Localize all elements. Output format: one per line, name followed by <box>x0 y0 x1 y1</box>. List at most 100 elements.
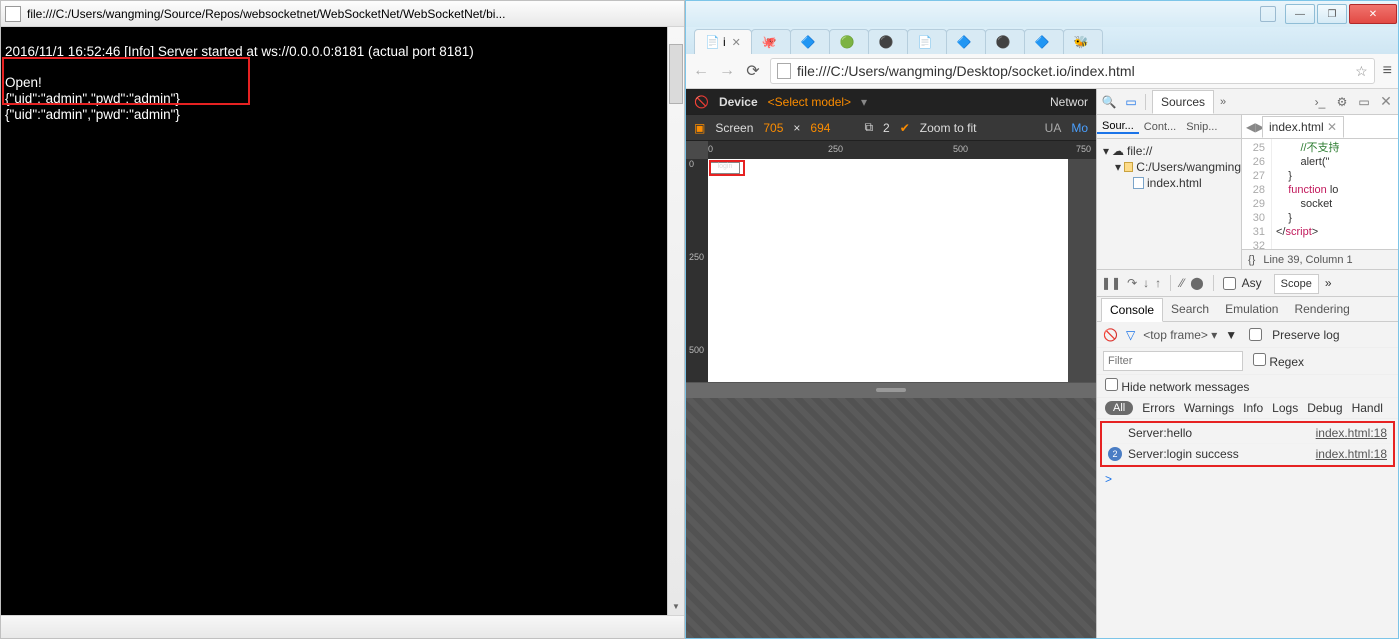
tab-emulation[interactable]: Emulation <box>1217 298 1286 320</box>
format-icon[interactable]: {} <box>1248 254 1255 266</box>
tab-rendering[interactable]: Rendering <box>1286 298 1357 320</box>
caption-bar[interactable]: — ❐ ✕ <box>686 1 1398 27</box>
regex-label[interactable]: Regex <box>1253 353 1304 369</box>
tab[interactable]: 🟢 <box>829 29 869 54</box>
mobile-toggle[interactable]: Mo <box>1071 121 1088 135</box>
console-titlebar[interactable]: file:///C:/Users/wangming/Source/Repos/w… <box>1 1 684 27</box>
zoom-check-icon[interactable]: ✔ <box>900 121 910 135</box>
close-icon[interactable]: ✕ <box>1327 120 1337 134</box>
dock-icon[interactable]: ▭ <box>1356 94 1372 110</box>
device-mode-icon[interactable]: ▭ <box>1123 94 1139 110</box>
regex-checkbox[interactable] <box>1253 353 1266 366</box>
console-row[interactable]: 2 Server:login success index.html:18 <box>1102 444 1393 465</box>
tab[interactable]: ⚫ <box>985 29 1025 54</box>
height-input[interactable]: 694 <box>810 121 830 135</box>
deactivate-bp-icon[interactable]: ⁄⁄ <box>1180 276 1184 290</box>
screen-toolbar: ▣ Screen 705 × 694 ⧉ 2 ✔ Zoom to fit UA … <box>686 115 1096 141</box>
tab-active[interactable]: 📄i✕ <box>694 29 752 54</box>
hide-network-checkbox[interactable] <box>1105 378 1118 391</box>
page-canvas[interactable]: login <box>708 159 1068 382</box>
chevron-right-icon[interactable]: » <box>1220 96 1226 108</box>
pause-exception-icon[interactable]: ⬤ <box>1190 276 1203 290</box>
minimize-button[interactable]: — <box>1285 4 1315 24</box>
network-label[interactable]: Networ <box>1050 95 1088 109</box>
tab[interactable]: 🐙 <box>751 29 791 54</box>
filter-icon[interactable]: ▽ <box>1126 328 1135 342</box>
cursor-pos: Line 39, Column 1 <box>1263 254 1352 266</box>
reload-button[interactable]: ⟳ <box>744 61 762 81</box>
dpr-icon[interactable]: ⧉ <box>864 120 873 135</box>
code-editor[interactable]: 2526272829303132 //不支持 alert(" } functio… <box>1242 139 1398 249</box>
tab[interactable]: 🔷 <box>790 29 830 54</box>
step-out-icon[interactable]: ↑ <box>1155 276 1161 290</box>
async-checkbox[interactable] <box>1223 277 1236 290</box>
close-button[interactable]: ✕ <box>1349 4 1397 24</box>
close-icon[interactable]: ✕ <box>1378 94 1394 110</box>
level-debug[interactable]: Debug <box>1307 401 1342 415</box>
level-errors[interactable]: Errors <box>1142 401 1175 415</box>
frame-select[interactable]: <top frame> ▾ <box>1143 328 1217 342</box>
level-logs[interactable]: Logs <box>1272 401 1298 415</box>
chevron-down-icon[interactable]: ▾ <box>1103 144 1109 158</box>
level-info[interactable]: Info <box>1243 401 1263 415</box>
tab-search[interactable]: Search <box>1163 298 1217 320</box>
back-button[interactable]: ← <box>692 62 710 80</box>
tab[interactable]: ⚫ <box>868 29 908 54</box>
inspect-icon[interactable]: 🔍 <box>1101 94 1117 110</box>
devtools-block-icon[interactable]: 🚫 <box>694 95 709 109</box>
tab[interactable]: 🐝 <box>1063 29 1103 54</box>
code-tab[interactable]: index.html ✕ <box>1262 116 1344 138</box>
console-row[interactable]: Server:hello index.html:18 <box>1102 423 1393 444</box>
level-handled[interactable]: Handl <box>1352 401 1383 415</box>
console-toolbar: 🚫 ▽ <top frame> ▾ ▼ Preserve log <box>1097 322 1398 348</box>
step-into-icon[interactable]: ↓ <box>1143 276 1149 290</box>
scroll-down-icon[interactable]: ▼ <box>668 598 684 615</box>
pin-icon[interactable]: ◀▶ <box>1246 120 1262 134</box>
clear-icon[interactable]: 🚫 <box>1103 328 1118 342</box>
dpr-value[interactable]: 2 <box>883 121 890 135</box>
tab-console[interactable]: Console <box>1101 298 1163 322</box>
url-input[interactable]: file:///C:/Users/wangming/Desktop/socket… <box>770 58 1375 84</box>
pause-icon[interactable]: ❚❚ <box>1101 276 1121 290</box>
zoom-label[interactable]: Zoom to fit <box>920 121 977 135</box>
msg-source-link[interactable]: index.html:18 <box>1316 426 1387 440</box>
msg-source-link[interactable]: index.html:18 <box>1316 447 1387 461</box>
filter-input[interactable] <box>1103 351 1243 371</box>
console-prompt[interactable]: > <box>1097 469 1398 489</box>
preserve-log-checkbox[interactable] <box>1249 328 1262 341</box>
tab[interactable]: 🔷 <box>1024 29 1064 54</box>
close-icon[interactable]: ✕ <box>732 36 741 49</box>
navigator-tabs[interactable]: Sour... Cont... Snip... <box>1097 115 1241 139</box>
favicon: 📄 <box>705 35 720 50</box>
chevron-right-icon[interactable]: » <box>1325 276 1332 290</box>
gear-icon[interactable]: ⚙ <box>1334 94 1350 110</box>
rotate-icon[interactable]: ▣ <box>694 121 705 135</box>
step-over-icon[interactable]: ↷ <box>1127 276 1137 290</box>
code-status: {} Line 39, Column 1 <box>1242 249 1398 269</box>
gutter: 2526272829303132 <box>1242 139 1272 249</box>
file-tree[interactable]: ▾☁file:// ▾C:/Users/wangming index.html <box>1097 139 1241 269</box>
scope-tab[interactable]: Scope <box>1274 274 1319 294</box>
terminal-body[interactable]: 2016/11/1 16:52:46 [Info] Server started… <box>1 27 684 615</box>
dock-handle[interactable] <box>686 382 1096 398</box>
chevron-down-icon[interactable]: ▾ <box>1115 160 1121 174</box>
console-toggle-icon[interactable]: ›_ <box>1312 94 1328 110</box>
chevron-down-icon[interactable]: ▼ <box>1225 328 1237 342</box>
profile-icon[interactable] <box>1260 6 1276 22</box>
device-model-select[interactable]: <Select model> <box>768 95 851 109</box>
tab[interactable]: 🔷 <box>946 29 986 54</box>
tab[interactable]: 📄 <box>907 29 947 54</box>
chevron-down-icon[interactable]: ▾ <box>861 95 867 109</box>
debugger-toolbar: ❚❚ ↷ ↓ ↑ ⁄⁄ ⬤ Asy Scope » <box>1097 270 1398 297</box>
menu-icon[interactable]: ≡ <box>1383 62 1392 80</box>
scrollbar[interactable]: ▲ ▼ <box>667 27 684 615</box>
forward-button: → <box>718 62 736 80</box>
maximize-button[interactable]: ❐ <box>1317 4 1347 24</box>
width-input[interactable]: 705 <box>763 121 783 135</box>
level-all[interactable]: All <box>1105 401 1133 415</box>
scroll-thumb[interactable] <box>669 44 683 104</box>
omnibox-row: ← → ⟳ file:///C:/Users/wangming/Desktop/… <box>686 54 1398 89</box>
bookmark-icon[interactable]: ☆ <box>1355 63 1368 80</box>
level-warnings[interactable]: Warnings <box>1184 401 1234 415</box>
tab-sources[interactable]: Sources <box>1152 90 1214 114</box>
